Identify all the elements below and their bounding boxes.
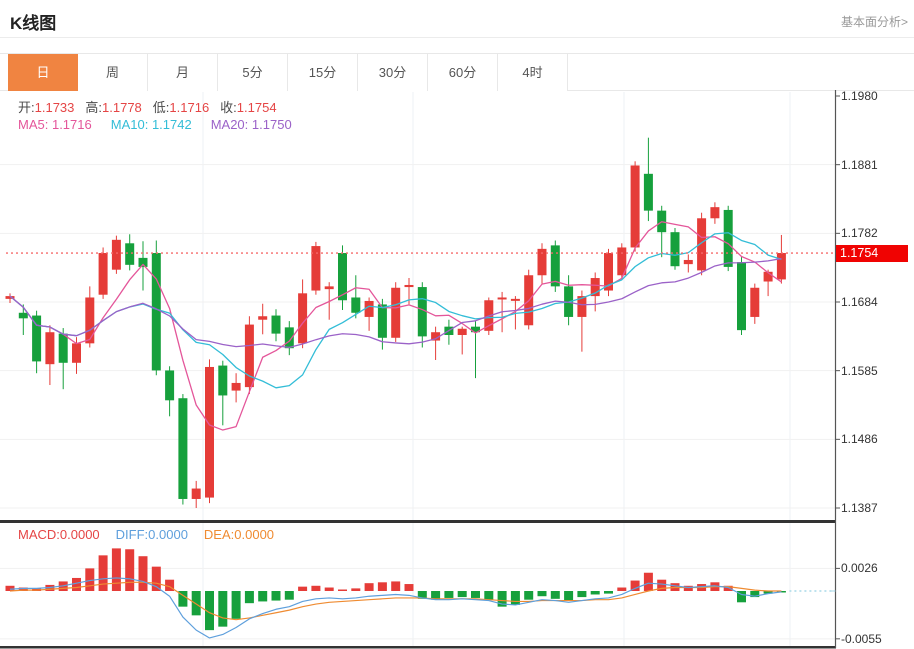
price-tick-1.1486: 1.1486 xyxy=(841,432,878,446)
price-tick-1.1782: 1.1782 xyxy=(841,226,878,240)
price-tick-1.1387: 1.1387 xyxy=(841,501,878,515)
close-value: 收:1.1754 xyxy=(220,97,276,116)
macd-legend: MACD:0.0000 DIFF:0.0000 DEA:0.0000 xyxy=(18,527,274,542)
macd-tick-0.0026: 0.0026 xyxy=(841,561,878,575)
price-tick-1.1881: 1.1881 xyxy=(841,158,878,172)
ma20-value: MA20: 1.1750 xyxy=(211,117,292,132)
high-value: 高:1.1778 xyxy=(85,97,141,116)
low-value: 低:1.1716 xyxy=(153,97,209,116)
price-tick-1.1980: 1.1980 xyxy=(841,89,878,103)
open-value: 开:1.1733 xyxy=(18,97,74,116)
current-price-tag: 1.1754 xyxy=(836,245,908,262)
price-tick-1.1585: 1.1585 xyxy=(841,364,878,378)
dea-value: DEA:0.0000 xyxy=(204,527,274,542)
macd-value: MACD:0.0000 xyxy=(18,527,100,542)
macd-tick--0.0055: -0.0055 xyxy=(841,632,882,646)
ohlc-legend: 开:1.1733 高:1.1778 低:1.1716 收:1.1754 xyxy=(18,97,277,116)
ma-legend: MA5: 1.1716 MA10: 1.1742 MA20: 1.1750 xyxy=(18,117,292,132)
diff-value: DIFF:0.0000 xyxy=(116,527,188,542)
ma5-value: MA5: 1.1716 xyxy=(18,117,92,132)
price-tick-1.1684: 1.1684 xyxy=(841,295,878,309)
ma10-value: MA10: 1.1742 xyxy=(111,117,192,132)
kline-page: K线图 基本面分析> 日周月5分15分30分60分4时 开:1.1733 高:1… xyxy=(0,0,914,649)
